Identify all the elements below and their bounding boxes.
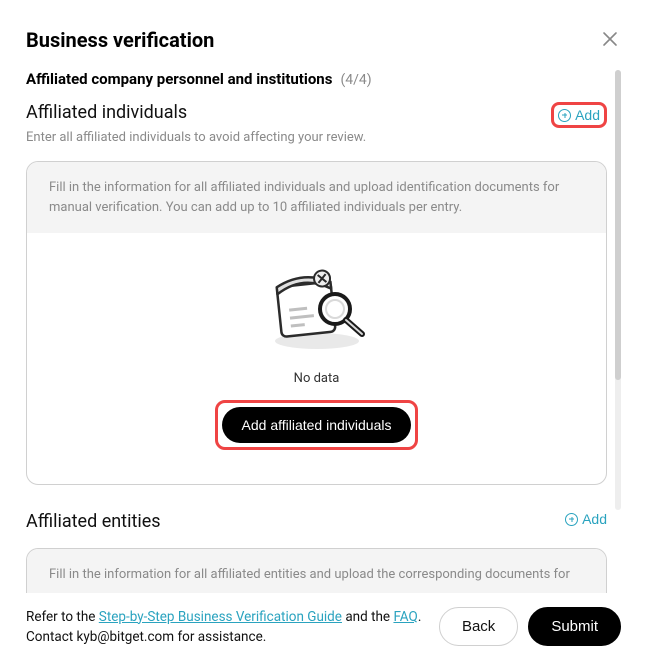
section-affiliated-individuals: Affiliated individuals Add Enter all aff… bbox=[26, 102, 607, 485]
section-head: Affiliated individuals Add bbox=[26, 102, 607, 128]
modal-scroll-area: Affiliated company personnel and institu… bbox=[26, 70, 621, 593]
modal-title: Business verification bbox=[26, 28, 214, 52]
footer-text-pre: Refer to the bbox=[26, 609, 99, 625]
section-head: Affiliated entities Add bbox=[26, 511, 607, 532]
section-subtitle: Enter all affiliated individuals to avoi… bbox=[26, 130, 607, 145]
guide-link[interactable]: Step-by-Step Business Verification Guide bbox=[99, 609, 342, 625]
add-individual-link[interactable]: Add bbox=[558, 107, 600, 123]
no-data-illustration bbox=[257, 263, 377, 353]
footer-text-mid: and the bbox=[342, 609, 393, 625]
footer-email: kyb@bitget.com bbox=[77, 629, 175, 645]
modal-header: Business verification bbox=[26, 28, 621, 52]
submit-button[interactable]: Submit bbox=[528, 607, 621, 646]
modal-footer: Refer to the Step-by-Step Business Verif… bbox=[26, 593, 621, 665]
individuals-panel: Fill in the information for all affiliat… bbox=[26, 161, 607, 485]
section-title: Affiliated entities bbox=[26, 511, 161, 532]
step-count: (4/4) bbox=[340, 72, 371, 88]
step-indicator: Affiliated company personnel and institu… bbox=[26, 70, 607, 88]
entities-panel: Fill in the information for all affiliat… bbox=[26, 548, 607, 593]
no-data-text: No data bbox=[294, 371, 340, 386]
add-link-label: Add bbox=[575, 107, 600, 123]
panel-body: No data Add affiliated individuals bbox=[27, 233, 606, 484]
highlight-add-link: Add bbox=[551, 102, 607, 128]
highlight-add-button: Add affiliated individuals bbox=[215, 400, 419, 450]
plus-circle-icon bbox=[558, 109, 571, 122]
footer-actions: Back Submit bbox=[439, 607, 621, 646]
footer-help-text: Refer to the Step-by-Step Business Verif… bbox=[26, 607, 423, 648]
panel-note: Fill in the information for all affiliat… bbox=[27, 162, 606, 233]
add-individuals-button[interactable]: Add affiliated individuals bbox=[222, 407, 412, 443]
section-affiliated-entities: Affiliated entities Add Fill in the info… bbox=[26, 511, 607, 593]
panel-note: Fill in the information for all affiliat… bbox=[27, 549, 606, 593]
section-title: Affiliated individuals bbox=[26, 102, 187, 123]
add-link-label: Add bbox=[582, 511, 607, 527]
faq-link[interactable]: FAQ bbox=[393, 609, 417, 625]
scrollbar-thumb[interactable] bbox=[615, 70, 621, 380]
add-entity-link[interactable]: Add bbox=[565, 511, 607, 527]
back-button[interactable]: Back bbox=[439, 607, 518, 646]
close-button[interactable] bbox=[599, 28, 621, 50]
footer-text-post2: for assistance. bbox=[174, 629, 266, 645]
close-icon bbox=[601, 30, 619, 48]
business-verification-modal: Business verification Affiliated company… bbox=[0, 0, 647, 665]
step-title: Affiliated company personnel and institu… bbox=[26, 70, 332, 88]
plus-circle-icon bbox=[565, 513, 578, 526]
